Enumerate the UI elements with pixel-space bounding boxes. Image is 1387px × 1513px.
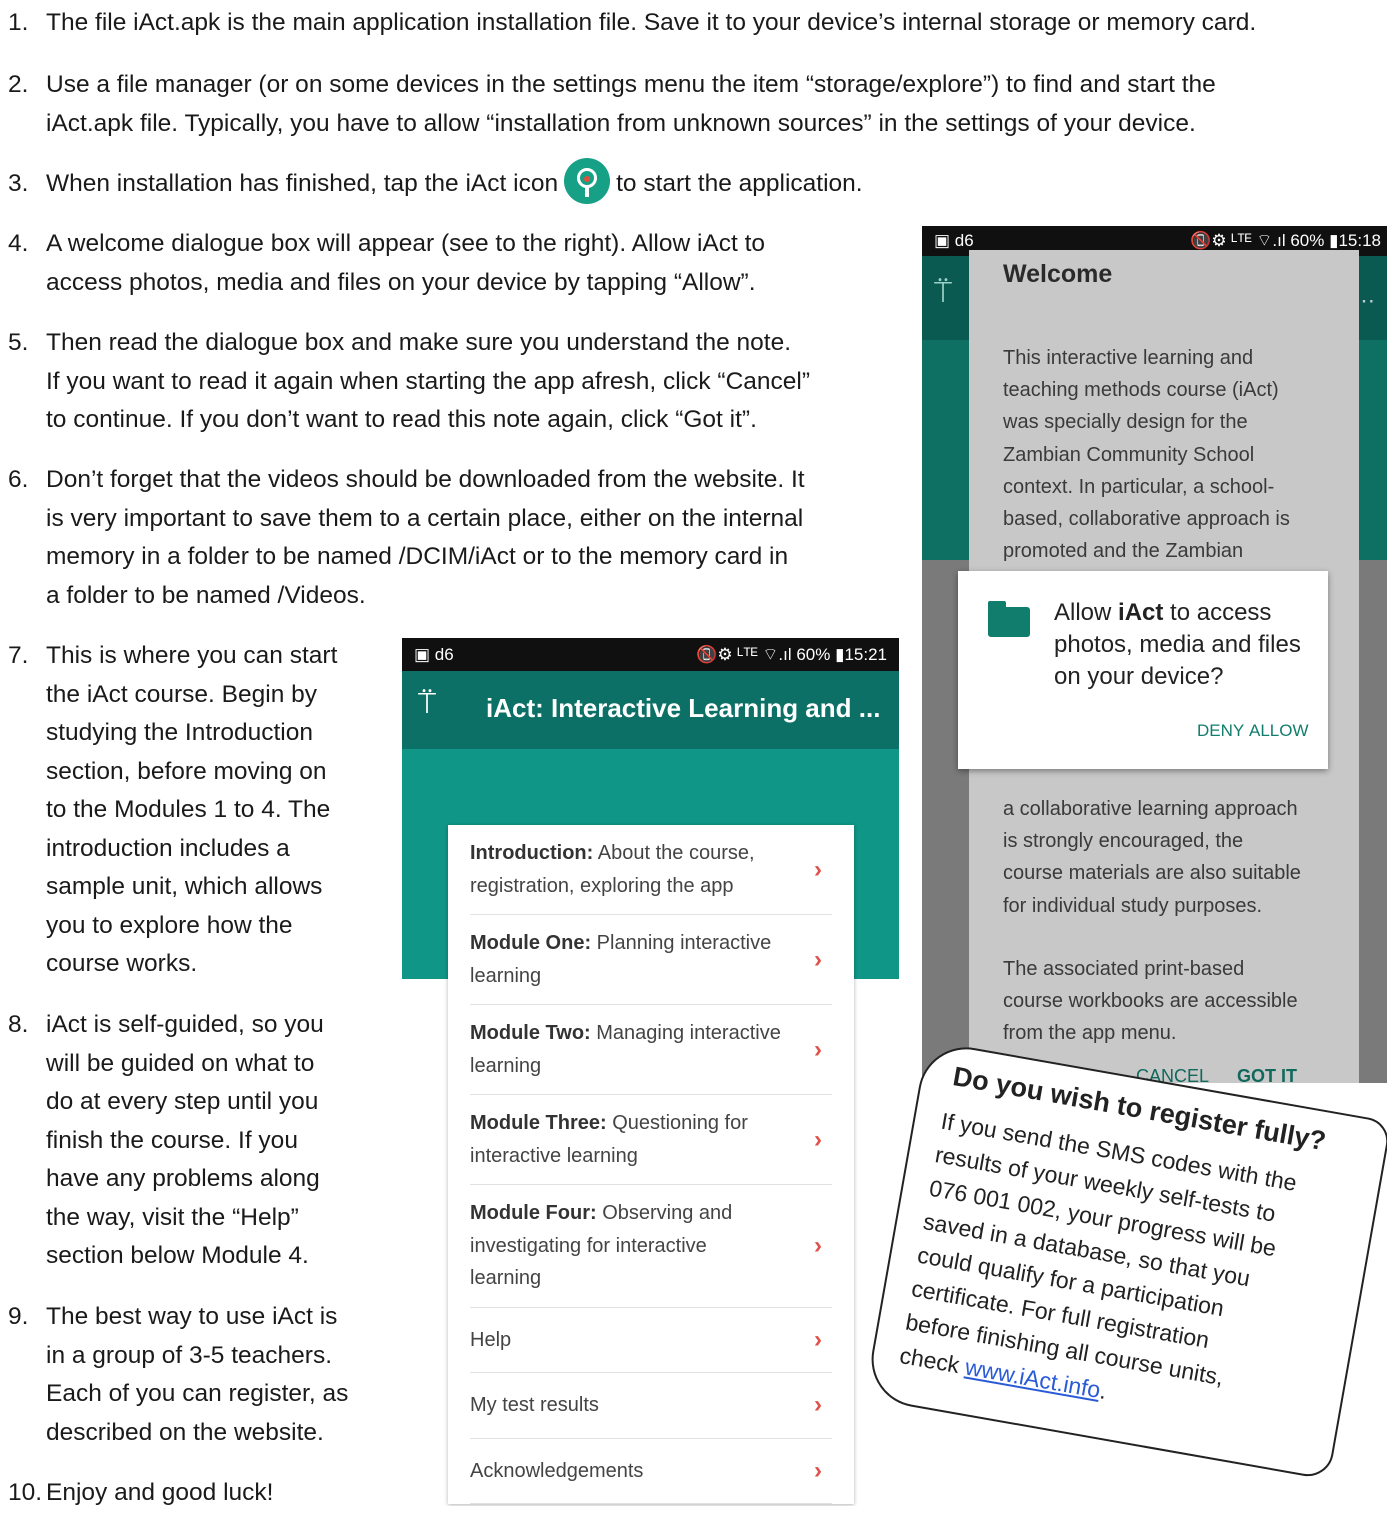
step-9: 9. The best way to use iAct is in a grou… [8,1298,398,1452]
menu-item-module-one[interactable]: Module One: Planning interactive learnin… [470,915,832,1005]
step-text: When installation has finished, tap the … [46,170,559,197]
step-1: 1. The file iAct.apk is the main applica… [8,4,1387,43]
app-name: iAct [1118,599,1164,626]
menu-item-help[interactable]: Help › [470,1308,832,1373]
note-body: If you send the SMS codes with the resul… [897,1107,1299,1405]
step-5: 5. Then read the dialogue box and make s… [8,324,908,440]
chevron-right-icon: › [814,1125,822,1153]
menu-item-introduction[interactable]: Introduction: About the course, registra… [470,825,832,915]
status-left: ▣ d6 [414,645,454,664]
iact-app-icon: ⍡ [934,276,952,309]
step-2: 2. Use a file manager (or on some device… [8,66,1387,143]
step-6: 6. Don’t forget that the videos should b… [8,461,918,615]
dialog-title: Welcome [1003,260,1113,288]
step-number: 9. [8,1303,29,1330]
chevron-right-icon: › [814,945,822,973]
step-number: 7. [8,642,29,669]
deny-button[interactable]: DENY [1197,721,1244,741]
menu-screenshot: ▣ d6 📵⚙ ᴸᵀᴱ ⌔.ıl 60% ▮15:21 ⍡ iAct: Inte… [402,638,899,1506]
menu-item-module-three[interactable]: Module Three: Questioning for interactiv… [470,1095,832,1185]
chevron-right-icon: › [814,855,822,883]
folder-icon [988,601,1030,637]
status-bar: ▣ d6 📵⚙ ᴸᵀᴱ ⌔.ıl 60% ▮15:21 [402,638,899,671]
dialog-text: The associated print-based course workbo… [1003,958,1298,1045]
app-title: iAct: Interactive Learning and ... [486,693,881,723]
status-right: 📵⚙ ᴸᵀᴱ ⌔.ıl 60% ▮15:21 [696,645,887,664]
menu-item-module-two[interactable]: Module Two: Managing interactive learnin… [470,1005,832,1095]
step-text: Enjoy and good luck! [46,1479,274,1506]
step-4: 4. A welcome dialogue box will appear (s… [8,225,888,302]
step-text: Then read the dialogue box and make sure… [46,329,810,433]
chevron-right-icon: › [814,1035,822,1063]
step-text-after: to start the application. [616,170,863,197]
iact-app-icon [564,157,611,204]
dialog-text: a collaborative learning approach is str… [1003,798,1301,917]
step-7: 7. This is where you can start the iAct … [8,637,388,984]
step-text: The file iAct.apk is the main applicatio… [46,9,1257,36]
menu-item-test-results[interactable]: My test results › [470,1373,832,1439]
permission-dialog: Allow iAct to access photos, media and f… [958,571,1328,769]
step-number: 10. [8,1479,43,1506]
step-text: Don’t forget that the videos should be d… [46,466,805,609]
step-10: 10. Enjoy and good luck! [8,1474,388,1513]
welcome-screenshot: ▣ d6 📵⚙ ᴸᵀᴱ ⌔.ıl 60% ▮15:18 ⍡ ⋯ Welcome … [922,226,1387,1083]
course-menu: Introduction: About the course, registra… [448,825,854,1504]
step-number: 8. [8,1011,29,1038]
step-number: 1. [8,9,29,36]
status-left: ▣ d6 [934,231,974,250]
step-text: iAct is self-guided, so you will be guid… [46,1011,324,1269]
chevron-right-icon: › [814,1391,822,1418]
app-bar: ⍡ iAct: Interactive Learning and ... [402,671,899,749]
chevron-right-icon: › [814,1456,822,1484]
registration-note: Do you wish to register fully? If you se… [863,1039,1387,1481]
step-number: 2. [8,71,29,98]
step-text: The best way to use iAct is in a group o… [46,1303,349,1446]
step-number: 4. [8,230,29,257]
menu-item-acknowledgements[interactable]: Acknowledgements › [470,1439,832,1504]
allow-button[interactable]: ALLOW [1249,721,1309,741]
step-8: 8. iAct is self-guided, so you will be g… [8,1006,388,1276]
step-number: 6. [8,466,29,493]
step-text: This is where you can start the iAct cou… [46,642,338,977]
menu-item-module-four[interactable]: Module Four: Observing and investigating… [470,1185,832,1308]
chevron-right-icon: › [814,1231,822,1259]
step-number: 5. [8,329,29,356]
chevron-right-icon: › [814,1325,822,1353]
step-text: Use a file manager (or on some devices i… [46,71,1216,137]
step-text: A welcome dialogue box will appear (see … [46,230,766,296]
dialog-text: This interactive learning and teaching m… [1003,347,1290,594]
permission-message: Allow iAct to access photos, media and f… [1054,599,1301,690]
step-number: 3. [8,170,29,197]
got-it-button[interactable]: GOT IT [1237,1066,1297,1083]
iact-app-icon: ⍡ [418,687,436,720]
step-3: 3. When installation has finished, tap t… [8,157,1387,204]
